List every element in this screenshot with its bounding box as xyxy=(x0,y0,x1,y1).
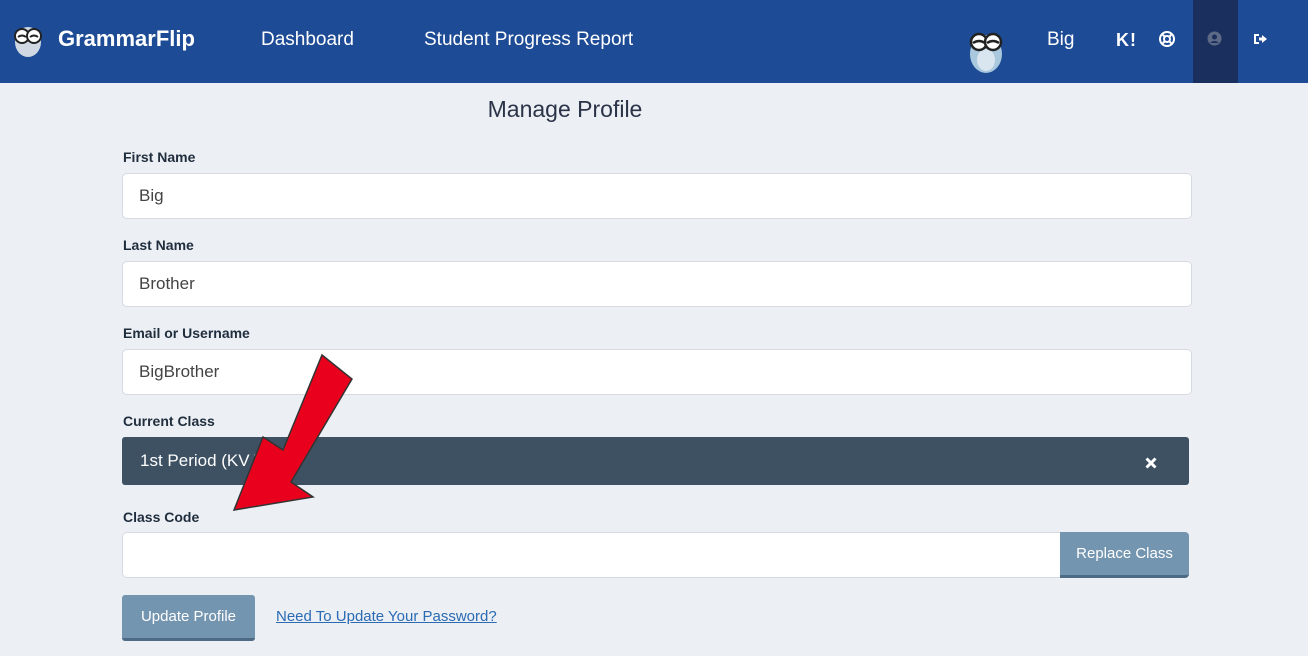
update-password-link[interactable]: Need To Update Your Password? xyxy=(276,608,497,625)
current-class-label: Current Class xyxy=(123,413,215,429)
close-icon[interactable] xyxy=(1145,457,1157,469)
last-name-field[interactable] xyxy=(122,261,1192,307)
page-title: Manage Profile xyxy=(487,96,643,122)
logout-icon[interactable] xyxy=(1252,31,1268,47)
replace-class-button[interactable]: Replace Class xyxy=(1060,532,1189,578)
username-label: Email or Username xyxy=(123,325,250,341)
top-navbar: GrammarFlip Dashboard Student Progress R… xyxy=(0,0,1308,83)
class-code-label: Class Code xyxy=(123,509,200,525)
owl-logo-icon[interactable] xyxy=(12,20,44,58)
profile-icon[interactable] xyxy=(1207,31,1222,46)
first-name-label: First Name xyxy=(123,149,196,165)
nav-dashboard[interactable]: Dashboard xyxy=(261,29,354,51)
user-name[interactable]: Big xyxy=(1047,29,1074,51)
class-code-field[interactable] xyxy=(122,532,1061,578)
owl-avatar-icon xyxy=(969,32,1003,73)
profile-menu[interactable] xyxy=(1193,0,1238,83)
username-field[interactable] xyxy=(122,349,1192,395)
kahoot-link[interactable]: K! xyxy=(1116,30,1137,51)
update-profile-button[interactable]: Update Profile xyxy=(122,595,255,641)
current-class-bar: 1st Period (KV W2I) xyxy=(122,437,1189,485)
current-class-value: 1st Period (KV W2I) xyxy=(140,451,291,470)
nav-student-progress-report[interactable]: Student Progress Report xyxy=(424,29,633,51)
brand-name[interactable]: GrammarFlip xyxy=(58,26,195,52)
last-name-label: Last Name xyxy=(123,237,194,253)
first-name-field[interactable] xyxy=(122,173,1192,219)
help-icon[interactable] xyxy=(1159,31,1175,47)
